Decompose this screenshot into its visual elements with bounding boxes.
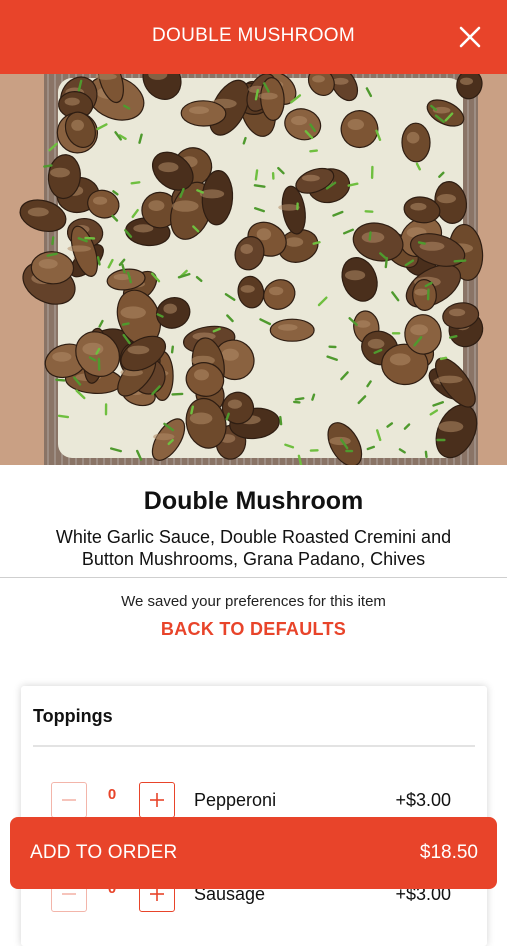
toppings-divider <box>33 745 475 747</box>
toppings-card: Toppings 0 Pepperoni +$3.00 0 Sausage +$… <box>21 686 487 946</box>
order-total: $18.50 <box>420 842 478 864</box>
decrease-button[interactable] <box>51 782 87 818</box>
close-button[interactable] <box>457 22 483 52</box>
increase-button[interactable] <box>139 782 175 818</box>
toppings-title: Toppings <box>33 706 113 727</box>
item-description: White Garlic Sauce, Double Roasted Cremi… <box>28 526 479 570</box>
pizza-photo <box>0 74 507 465</box>
topping-row-pepperoni: 0 Pepperoni +$3.00 <box>21 782 487 822</box>
header-title: DOUBLE MUSHROOM <box>152 25 355 47</box>
minus-icon <box>60 791 78 809</box>
quantity-value: 0 <box>101 786 123 803</box>
add-to-order-label: ADD TO ORDER <box>30 842 177 864</box>
divider <box>0 577 507 578</box>
add-to-order-button[interactable]: ADD TO ORDER $18.50 <box>10 817 497 889</box>
header-bar: DOUBLE MUSHROOM <box>0 0 507 74</box>
back-to-defaults-link[interactable]: BACK TO DEFAULTS <box>0 619 507 640</box>
topping-price: +$3.00 <box>395 790 451 811</box>
preferences-note: We saved your preferences for this item <box>0 593 507 610</box>
plus-icon <box>148 791 166 809</box>
item-title: Double Mushroom <box>0 487 507 516</box>
topping-name: Pepperoni <box>194 790 276 811</box>
close-icon <box>457 22 483 52</box>
